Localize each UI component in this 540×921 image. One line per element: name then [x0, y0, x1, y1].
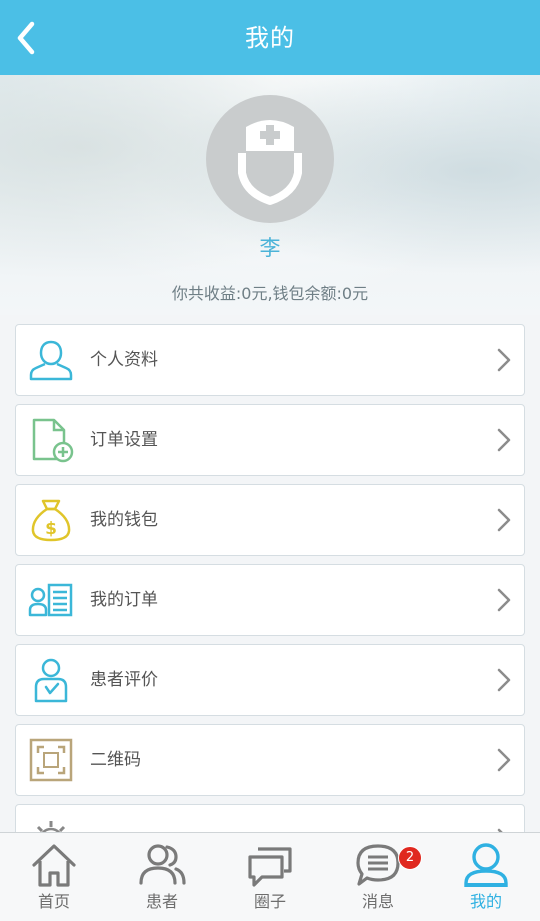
top-bar: 我的: [0, 0, 540, 75]
chevron-right-icon: [494, 427, 514, 453]
person-icon: [28, 337, 74, 383]
menu-item-order-settings[interactable]: 订单设置: [15, 404, 525, 476]
menu-item-patient-reviews[interactable]: 患者评价: [15, 644, 525, 716]
earnings-summary: 你共收益:0元,钱包余额:0元: [171, 284, 369, 303]
chat-bubbles-icon: [248, 847, 292, 887]
svg-text:$: $: [45, 519, 57, 539]
order-list-icon: [28, 577, 74, 623]
qr-frame-icon: [28, 737, 74, 783]
patients-icon: [139, 844, 186, 885]
tab-label: 圈子: [253, 892, 286, 911]
message-icon: [356, 844, 400, 886]
page-title: 我的: [245, 24, 295, 52]
menu-item-settings[interactable]: [15, 804, 525, 832]
menu-item-label: 我的订单: [90, 590, 158, 610]
chevron-right-icon: [494, 347, 514, 373]
tab-label: 我的: [469, 892, 502, 911]
document-add-icon: [28, 417, 74, 463]
avatar[interactable]: [206, 95, 334, 223]
chevron-right-icon: [494, 667, 514, 693]
tab-circle[interactable]: 圈子: [216, 833, 324, 921]
bottom-tab-bar: 首页 患者 圈子 2 消息 我的: [0, 832, 540, 921]
menu-item-profile[interactable]: 个人资料: [15, 324, 525, 396]
tab-home[interactable]: 首页: [0, 833, 108, 921]
profile-header: 李 你共收益:0元,钱包余额:0元: [0, 75, 540, 315]
tab-label: 首页: [37, 892, 70, 911]
menu-list: 个人资料 订单设置 $ 我的钱包 我的订单 患者评价 二维码: [15, 324, 525, 832]
menu-item-label: 个人资料: [90, 350, 158, 370]
home-icon: [32, 844, 76, 887]
menu-item-wallet[interactable]: $ 我的钱包: [15, 484, 525, 556]
tab-messages[interactable]: 2 消息: [324, 833, 432, 921]
chevron-right-icon: [494, 507, 514, 533]
menu-item-label: 我的钱包: [90, 510, 158, 530]
doctor-avatar-icon: [238, 120, 302, 205]
chevron-right-icon: [494, 747, 514, 773]
user-name: 李: [259, 236, 281, 260]
menu-item-my-orders[interactable]: 我的订单: [15, 564, 525, 636]
tab-patients[interactable]: 患者: [108, 833, 216, 921]
tab-mine[interactable]: 我的: [432, 833, 540, 921]
patient-review-icon: [28, 657, 74, 703]
profile-icon: [464, 843, 508, 887]
money-bag-icon: $: [28, 497, 74, 543]
chevron-right-icon: [494, 587, 514, 613]
tab-label: 患者: [145, 892, 178, 911]
menu-item-label: 二维码: [90, 750, 141, 770]
gear-icon: [28, 817, 74, 832]
menu-item-label: 订单设置: [90, 430, 158, 450]
menu-item-label: 患者评价: [90, 670, 158, 690]
unread-badge: 2: [398, 846, 422, 870]
tab-label: 消息: [361, 892, 394, 911]
menu-item-qr-code[interactable]: 二维码: [15, 724, 525, 796]
